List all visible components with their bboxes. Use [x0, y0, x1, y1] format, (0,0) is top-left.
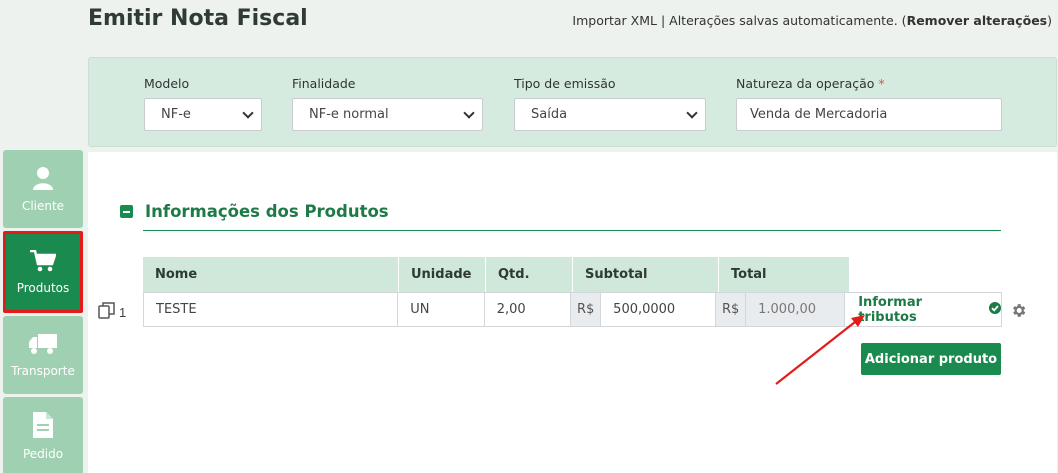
copy-icon[interactable]	[98, 302, 116, 322]
separator: |	[660, 13, 666, 28]
column-header-unidade: Unidade	[399, 257, 486, 292]
products-table-header: Nome Unidade Qtd. Subtotal Total	[143, 257, 849, 292]
collapse-icon[interactable]	[120, 205, 133, 218]
document-icon	[33, 411, 53, 441]
currency-prefix: R$	[571, 293, 602, 326]
autosave-text: Alterações salvas automaticamente.	[669, 13, 898, 28]
section-title: Informações dos Produtos	[145, 202, 389, 221]
modelo-label: Modelo	[144, 76, 190, 91]
finalidade-value: NF-e normal	[309, 107, 389, 122]
table-row: TESTE UN 2,00 R$ 500,0000 R$ 1.000,00 In…	[143, 292, 1002, 327]
sidebar-item-transporte[interactable]: Transporte	[3, 316, 83, 394]
sidebar-item-cliente[interactable]: Cliente	[3, 150, 83, 228]
remove-changes-link[interactable]: Remover alterações	[907, 13, 1048, 28]
check-circle-icon	[989, 301, 1002, 318]
tipo-emissao-label: Tipo de emissão	[514, 76, 616, 91]
sidebar-item-pedido[interactable]: Pedido	[3, 397, 83, 473]
currency-prefix: R$	[716, 293, 747, 326]
tipo-emissao-select[interactable]: Saída	[514, 98, 706, 131]
informar-tributos-link[interactable]: Informar tributos	[845, 293, 1002, 326]
finalidade-field: Finalidade NF-e normal	[292, 76, 483, 131]
section-header: Informações dos Produtos	[120, 202, 389, 221]
row-number: 1	[119, 304, 127, 320]
natureza-value: Venda de Mercadoria	[750, 107, 888, 122]
modelo-value: NF-e	[161, 107, 191, 122]
section-divider	[143, 230, 1001, 231]
nome-cell[interactable]: TESTE	[144, 293, 399, 326]
column-header-qtd: Qtd.	[486, 257, 573, 292]
row-index: 1	[98, 302, 126, 322]
subtotal-value: 500,0000	[613, 302, 676, 317]
import-xml-link[interactable]: Importar XML	[572, 13, 657, 28]
required-mark: *	[878, 76, 885, 91]
total-value: 1.000,00	[758, 302, 817, 317]
sidebar-item-produtos[interactable]: Produtos	[3, 231, 83, 313]
user-icon	[33, 166, 53, 193]
natureza-label-text: Natureza da operação	[736, 76, 875, 91]
close-paren: )	[1047, 13, 1052, 28]
total-cell: R$ 1.000,00	[716, 293, 846, 326]
truck-icon	[29, 333, 57, 358]
subtotal-cell[interactable]: R$ 500,0000	[571, 293, 717, 326]
natureza-input[interactable]: Venda de Mercadoria	[736, 98, 1002, 131]
tipo-emissao-field: Tipo de emissão Saída	[514, 76, 706, 131]
natureza-field: Natureza da operação * Venda de Mercadori…	[736, 76, 1002, 131]
natureza-label: Natureza da operação *	[736, 76, 1002, 91]
finalidade-select[interactable]: NF-e normal	[292, 98, 483, 131]
gear-icon[interactable]	[1010, 302, 1027, 324]
add-product-button[interactable]: Adicionar produto	[861, 343, 1001, 375]
nome-value: TESTE	[156, 302, 197, 317]
sidebar-item-label: Transporte	[11, 363, 75, 378]
cart-icon	[30, 249, 57, 275]
tipo-emissao-value: Saída	[531, 107, 568, 122]
column-header-nome: Nome	[143, 257, 399, 292]
sidebar: Cliente Produtos Transporte Pedido	[3, 150, 83, 473]
column-header-subtotal: Subtotal	[573, 257, 719, 292]
page-title: Emitir Nota Fiscal	[88, 6, 308, 31]
sidebar-item-label: Cliente	[21, 198, 65, 213]
chevron-down-icon	[242, 107, 254, 119]
unidade-value: UN	[410, 302, 430, 317]
top-right-status: Importar XML | Alterações salvas automat…	[572, 13, 1052, 28]
chevron-down-icon	[463, 107, 475, 119]
qtd-value: 2,00	[496, 302, 526, 317]
products-panel: Informações dos Produtos Nome Unidade Qt…	[88, 152, 1057, 473]
sidebar-item-label: Produtos	[16, 280, 70, 295]
chevron-down-icon	[686, 107, 698, 119]
unidade-cell[interactable]: UN	[398, 293, 485, 326]
tributos-label: Informar tributos	[858, 294, 923, 325]
column-header-total: Total	[731, 267, 767, 282]
sidebar-item-label: Pedido	[22, 446, 64, 461]
invoice-header-panel: Modelo NF-e Finalidade NF-e normal Tipo …	[88, 57, 1057, 147]
finalidade-label: Finalidade	[292, 76, 356, 91]
modelo-field: Modelo NF-e	[144, 76, 262, 131]
modelo-select[interactable]: NF-e	[144, 98, 262, 131]
qtd-cell[interactable]: 2,00	[485, 293, 572, 326]
